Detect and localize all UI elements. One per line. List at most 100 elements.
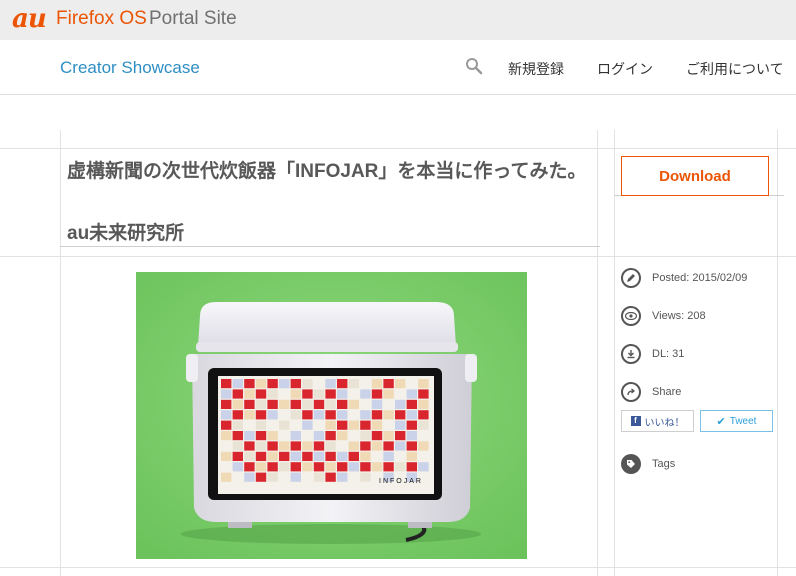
login-link[interactable]: ログイン [597, 59, 653, 79]
screen-tile [371, 410, 383, 420]
screen-tile [371, 399, 383, 409]
screen-tile [255, 410, 267, 420]
screen-tile [418, 410, 429, 420]
screen-tile [279, 399, 290, 409]
screen-tile [279, 431, 290, 441]
screen-tile [395, 410, 406, 420]
screen-tile [313, 389, 325, 399]
screen-tile [290, 420, 301, 430]
screen-tile [371, 451, 383, 461]
screen-tile [221, 441, 232, 451]
search-icon[interactable] [465, 57, 483, 75]
tweet-button[interactable]: ✔ Tweet [700, 410, 773, 432]
screen-tile [244, 431, 255, 441]
screen-tile [267, 451, 278, 461]
screen-tile [290, 389, 301, 399]
article-author[interactable]: au未来研究所 [67, 218, 184, 245]
screen-tile [418, 399, 429, 409]
screen-tile [221, 410, 232, 420]
screen-tile [313, 472, 325, 482]
screen-tile [348, 389, 359, 399]
screen-tile [383, 431, 394, 441]
screen-tile [348, 472, 359, 482]
screen-tile [360, 410, 371, 420]
screen-tile [406, 441, 417, 451]
screen-tile [325, 399, 336, 409]
screen-tile [337, 472, 348, 482]
screen-tile [290, 451, 301, 461]
screen-tile [255, 399, 267, 409]
facebook-like-button[interactable]: f いいね！ [621, 410, 694, 432]
screen-tile [244, 472, 255, 482]
screen-tile [360, 389, 371, 399]
register-link[interactable]: 新規登録 [508, 59, 564, 79]
screen-tile [302, 410, 313, 420]
screen-tile [418, 420, 429, 430]
screen-tile [360, 472, 371, 482]
screen-tile [371, 462, 383, 472]
screen-tile [325, 389, 336, 399]
screen-tile [232, 451, 243, 461]
screen-tile [371, 431, 383, 441]
screen-tile [221, 472, 232, 482]
guide-line [777, 130, 778, 576]
screen-tile [255, 441, 267, 451]
tweet-label: Tweet [729, 415, 757, 427]
screen-tile [337, 410, 348, 420]
tags-row: Tags [621, 454, 675, 474]
screen-tile [313, 441, 325, 451]
screen-tile [406, 399, 417, 409]
screen-tile [279, 410, 290, 420]
screen-tile [255, 420, 267, 430]
tags-label: Tags [652, 458, 676, 470]
screen-tile [244, 441, 255, 451]
share-row: Share [621, 382, 681, 402]
screen-tile [267, 420, 278, 430]
screen-tile [244, 420, 255, 430]
screen-tile [302, 472, 313, 482]
screen-tile [360, 379, 371, 389]
download-button[interactable]: Download [621, 156, 769, 196]
screen-tile [232, 410, 243, 420]
site-title-link[interactable]: Creator Showcase [60, 58, 200, 78]
screen-tile [232, 431, 243, 441]
screen-tile [232, 472, 243, 482]
screen-tile [383, 451, 394, 461]
screen-tile [232, 399, 243, 409]
screen-tile [337, 399, 348, 409]
screen-tile [325, 379, 336, 389]
screen-tile [325, 451, 336, 461]
screen-tile [232, 379, 243, 389]
screen-tile [267, 389, 278, 399]
screen-tile [290, 399, 301, 409]
au-logo[interactable]: au [12, 4, 47, 34]
about-link[interactable]: ご利用について [686, 59, 784, 79]
screen-tile [337, 462, 348, 472]
guide-tick [60, 246, 600, 247]
tag-icon [621, 454, 641, 474]
guide-line [0, 256, 796, 257]
screen-tile [406, 462, 417, 472]
screen-tile [360, 462, 371, 472]
screen-tile [337, 420, 348, 430]
screen-tile [337, 389, 348, 399]
screen-tile [232, 441, 243, 451]
screen-tile [244, 379, 255, 389]
screen-tile [302, 420, 313, 430]
site-nav: Creator Showcase 新規登録 ログイン ご利用について [0, 40, 796, 95]
screen-tile [383, 379, 394, 389]
screen-tile [302, 451, 313, 461]
screen-tile [221, 399, 232, 409]
facebook-icon: f [630, 416, 641, 426]
screen-tile [232, 462, 243, 472]
screen-tile [337, 431, 348, 441]
firefox-os-label: Firefox OS [56, 8, 147, 29]
screen-tile [255, 451, 267, 461]
screen-tile [348, 441, 359, 451]
screen-tile [360, 451, 371, 461]
screen-tile [244, 389, 255, 399]
screen-tile [395, 431, 406, 441]
screen-tile [418, 451, 429, 461]
download-count-row: DL: 31 [621, 344, 684, 364]
screen-tile [348, 431, 359, 441]
